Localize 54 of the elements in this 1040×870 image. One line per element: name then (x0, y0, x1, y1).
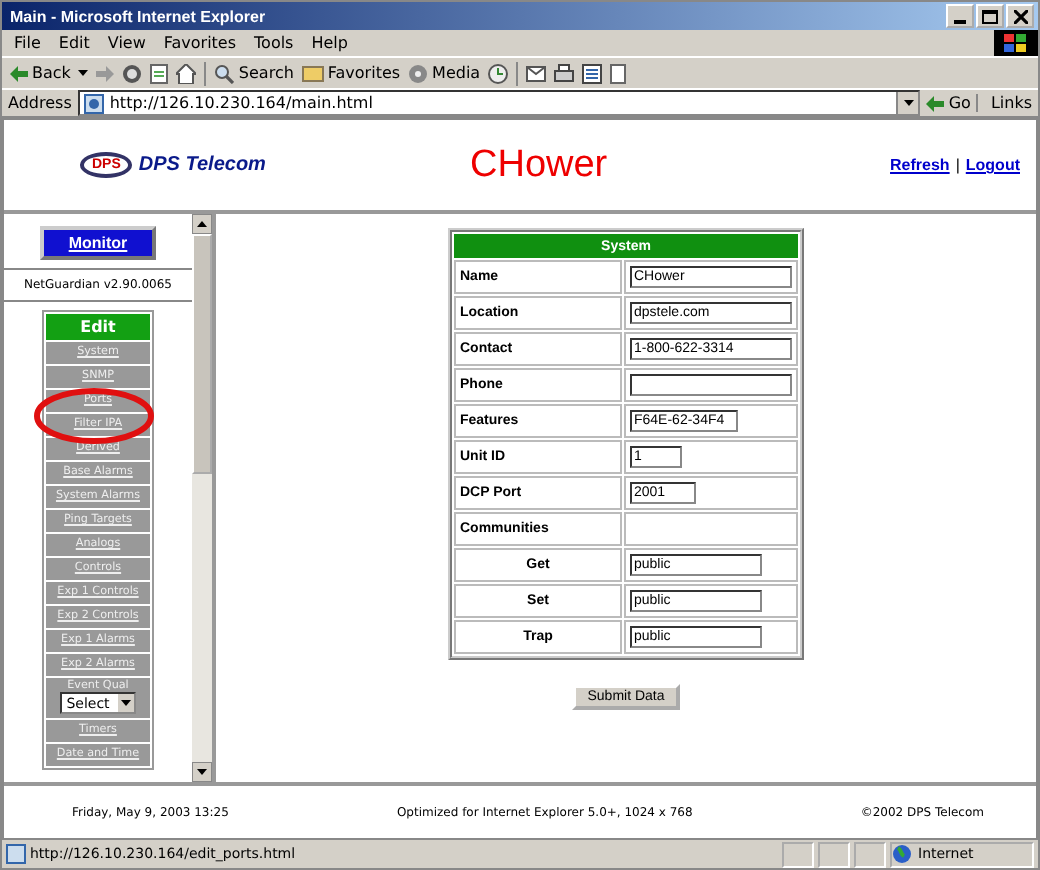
logo-text: DPS Telecom (138, 154, 266, 176)
refresh-icon[interactable] (150, 63, 169, 83)
page-heading: CHower (468, 143, 610, 187)
stop-icon[interactable] (122, 63, 143, 83)
scroll-up-icon[interactable] (192, 214, 212, 234)
maximize-button[interactable] (976, 4, 1004, 28)
links-button[interactable]: Links (976, 94, 1032, 112)
window-title: Main - Microsoft Internet Explorer (10, 7, 266, 25)
dropdown-arrow-icon[interactable] (78, 70, 89, 76)
page-icon (6, 844, 26, 864)
globe-icon (892, 844, 912, 864)
scroll-thumb[interactable] (192, 234, 212, 474)
menu-item[interactable]: Edit (58, 34, 90, 52)
dropdown-arrow-icon (903, 100, 914, 106)
go-button[interactable]: Go (926, 94, 971, 112)
back-arrow-icon (10, 65, 28, 81)
home-icon[interactable] (176, 63, 197, 83)
menu-item[interactable]: View (107, 34, 146, 52)
page-icon (83, 93, 104, 113)
menu-item[interactable]: Tools (254, 34, 294, 52)
close-icon (1013, 9, 1027, 23)
history-icon[interactable] (488, 63, 509, 83)
edit-header: Edit (46, 314, 150, 340)
scroll-down-icon[interactable] (192, 762, 212, 782)
media-icon (408, 63, 429, 83)
address-field[interactable]: http://126.10.230.164/main.html (77, 90, 921, 116)
mail-icon[interactable] (526, 63, 547, 83)
folder-icon (301, 64, 324, 82)
minimize-button[interactable] (946, 4, 974, 28)
windows-logo-icon (994, 30, 1038, 56)
back-button[interactable]: Back (10, 64, 71, 82)
favorites-button[interactable]: Favorites (301, 64, 401, 82)
highlight-circle (34, 388, 154, 444)
link-separator: | (955, 156, 960, 174)
menu-item[interactable]: Help (311, 34, 348, 52)
edit-document-icon[interactable] (582, 63, 603, 83)
monitor-button[interactable]: Monitor (40, 226, 156, 260)
page-icon[interactable] (610, 63, 627, 83)
input-field[interactable] (630, 374, 792, 396)
address-label: Address (8, 94, 72, 112)
header-link[interactable]: Refresh (890, 156, 950, 174)
go-arrow-icon (926, 95, 945, 111)
menu-item[interactable]: File (14, 34, 41, 52)
maximize-icon (982, 9, 998, 23)
search-icon (214, 63, 235, 83)
header-link[interactable]: Logout (965, 156, 1020, 174)
media-button[interactable]: Media (408, 63, 481, 83)
dropdown-arrow-icon (117, 694, 134, 712)
search-button[interactable]: Search (214, 63, 294, 83)
dropdown-button[interactable] (896, 92, 919, 114)
scrollbar[interactable] (192, 214, 212, 782)
menu-item[interactable]: Favorites (163, 34, 237, 52)
close-button[interactable] (1006, 4, 1034, 28)
print-icon[interactable] (554, 63, 575, 83)
